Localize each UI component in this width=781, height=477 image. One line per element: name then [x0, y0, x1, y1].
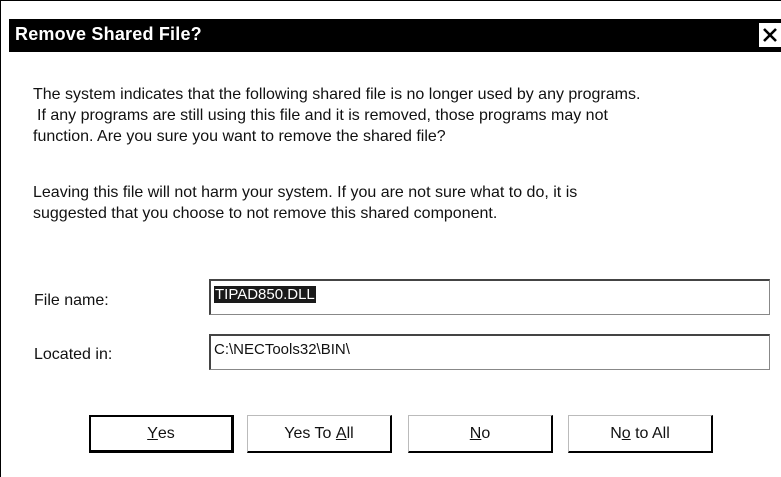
yes-to-all-label-rest: ll: [346, 424, 354, 442]
no-to-all-mnemonic: o: [621, 424, 631, 442]
advice-line-2: suggested that you choose to not remove …: [33, 205, 498, 222]
close-button[interactable]: [758, 22, 781, 48]
no-to-all-label-rest: to All: [630, 424, 670, 442]
no-to-all-label-before: N: [610, 424, 622, 442]
yes-button-mnemonic: Y: [147, 424, 158, 442]
no-button-mnemonic: N: [469, 424, 482, 442]
file-name-value: TIPAD850.DLL: [214, 286, 316, 303]
yes-button[interactable]: Yes: [89, 415, 234, 453]
close-icon: [762, 27, 778, 43]
yes-to-all-label-before: Yes To: [284, 424, 336, 442]
title-bar[interactable]: Remove Shared File?: [9, 19, 781, 52]
located-in-label: Located in:: [34, 346, 113, 363]
no-button-label-rest: o: [481, 424, 491, 442]
remove-shared-file-dialog: Remove Shared File? The system indicates…: [0, 0, 781, 477]
message-line-1: The system indicates that the following …: [33, 86, 641, 103]
yes-to-all-mnemonic: A: [335, 424, 347, 442]
dialog-title: Remove Shared File?: [15, 24, 202, 44]
file-name-label: File name:: [34, 292, 109, 309]
yes-button-label-rest: es: [157, 424, 175, 442]
message-text: The system indicates that the following …: [33, 84, 640, 147]
yes-to-all-button[interactable]: Yes To All: [247, 415, 392, 453]
message-line-2: If any programs are still using this fil…: [37, 107, 608, 124]
no-to-all-button[interactable]: No to All: [568, 415, 713, 453]
file-name-field[interactable]: TIPAD850.DLL: [209, 279, 770, 315]
no-button[interactable]: No: [408, 415, 553, 453]
located-in-value: C:\NECTools32\BIN\: [214, 341, 350, 358]
located-in-field[interactable]: C:\NECTools32\BIN\: [209, 334, 770, 370]
advice-text: Leaving this file will not harm your sys…: [33, 182, 577, 224]
message-line-3: function. Are you sure you want to remov…: [33, 128, 446, 145]
advice-line-1: Leaving this file will not harm your sys…: [33, 184, 578, 201]
